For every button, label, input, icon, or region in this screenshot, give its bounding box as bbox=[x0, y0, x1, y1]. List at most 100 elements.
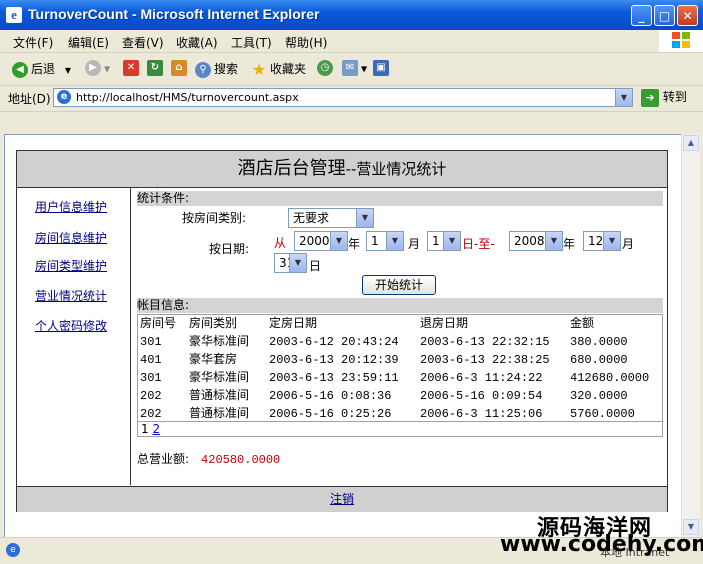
print-icon: ▣ bbox=[373, 60, 389, 76]
month-unit: 月 bbox=[622, 237, 635, 251]
forward-arrow-icon: ▶ bbox=[85, 60, 101, 76]
back-arrow-icon: ◀ bbox=[12, 61, 28, 78]
chevron-down-icon: ▼ bbox=[289, 254, 306, 272]
mail-button[interactable]: ✉ ▼ bbox=[342, 60, 367, 76]
stop-button[interactable]: ✕ bbox=[123, 60, 142, 76]
nav-room-info[interactable]: 房间信息维护 bbox=[35, 229, 107, 246]
year-from-select[interactable]: 2000 ▼ bbox=[294, 231, 348, 251]
pager: 1 2 bbox=[137, 421, 663, 437]
nav-user-info[interactable]: 用户信息维护 bbox=[35, 198, 107, 215]
cell-room-no: 301 bbox=[140, 371, 162, 385]
vertical-scrollbar[interactable]: ▲ ▼ bbox=[681, 134, 700, 537]
favorites-label: 收藏夹 bbox=[270, 62, 307, 76]
chevron-down-icon: ▼ bbox=[443, 232, 460, 250]
date-label: 按日期: bbox=[209, 242, 250, 256]
day-from-select[interactable]: 1 ▼ bbox=[427, 231, 461, 251]
table-header-row: 房间号 房间类别 定房日期 退房日期 金额 bbox=[138, 315, 662, 333]
search-button[interactable]: ⚲ 搜索 bbox=[195, 60, 238, 78]
cell-room-type: 豪华标准间 bbox=[189, 335, 250, 349]
cell-amount: 320.0000 bbox=[570, 389, 628, 403]
star-icon: ★ bbox=[251, 59, 267, 79]
month-to-select[interactable]: 12 ▼ bbox=[583, 231, 621, 251]
forward-dropdown-icon[interactable]: ▼ bbox=[104, 65, 110, 74]
address-bar: 地址(D) e http://localhost/HMS/turnovercou… bbox=[0, 86, 703, 110]
go-arrow-icon: ➔ bbox=[641, 88, 659, 107]
cell-checkout-date: 2006-5-16 0:09:54 bbox=[420, 389, 543, 403]
stats-section-header: 统计条件: bbox=[137, 191, 663, 206]
day-unit: 日 bbox=[309, 259, 322, 273]
pager-link-2[interactable]: 2 bbox=[152, 422, 160, 436]
nav-business-stats[interactable]: 营业情况统计 bbox=[35, 287, 107, 304]
room-type-value: 无要求 bbox=[293, 211, 330, 225]
go-label: 转到 bbox=[662, 90, 687, 104]
cell-amount: 380.0000 bbox=[570, 335, 628, 349]
mail-dropdown-icon[interactable]: ▼ bbox=[361, 65, 367, 74]
total-label: 总营业额: bbox=[137, 452, 190, 466]
total-value: 420580.0000 bbox=[201, 453, 281, 467]
home-icon: ⌂ bbox=[171, 60, 187, 76]
logout-link[interactable]: 注销 bbox=[330, 492, 354, 506]
cell-amount: 680.0000 bbox=[570, 353, 628, 367]
menu-favorites[interactable]: 收藏(A) bbox=[176, 34, 218, 51]
room-type-label: 按房间类别: bbox=[182, 211, 247, 225]
cell-checkout-date: 2003-6-13 22:32:15 bbox=[420, 335, 550, 349]
cell-room-type: 豪华套房 bbox=[189, 353, 238, 367]
menu-bar: 文件(F) 编辑(E) 查看(V) 收藏(A) 工具(T) 帮助(H) bbox=[0, 30, 703, 53]
room-type-select[interactable]: 无要求 ▼ bbox=[288, 208, 374, 228]
page-header: 酒店后台管理--营业情况统计 bbox=[17, 151, 667, 188]
year-to-select[interactable]: 2008 ▼ bbox=[509, 231, 563, 251]
page-subtitle: --营业情况统计 bbox=[345, 160, 447, 178]
month-from-select[interactable]: 1 ▼ bbox=[366, 231, 404, 251]
address-input[interactable]: e http://localhost/HMS/turnovercount.asp… bbox=[53, 88, 633, 107]
back-dropdown-icon[interactable]: ▼ bbox=[65, 66, 71, 75]
menu-tools[interactable]: 工具(T) bbox=[231, 34, 272, 51]
history-icon: ◷ bbox=[317, 60, 333, 76]
favorites-button[interactable]: ★ 收藏夹 bbox=[251, 60, 306, 78]
total-revenue: 总营业额: 420580.0000 bbox=[137, 450, 280, 467]
column-header: 房间号 bbox=[140, 317, 177, 331]
cell-book-date: 2003-6-13 20:12:39 bbox=[269, 353, 399, 367]
forward-button[interactable]: ▶ ▼ bbox=[85, 60, 110, 76]
main-frame: 酒店后台管理--营业情况统计 用户信息维护 房间信息维护 房间类型维护 营业情况… bbox=[16, 150, 668, 512]
menu-view[interactable]: 查看(V) bbox=[122, 34, 164, 51]
table-row: 301 豪华标准间 2003-6-12 20:43:24 2003-6-13 2… bbox=[138, 333, 662, 351]
column-header: 定房日期 bbox=[269, 317, 318, 331]
minimize-button[interactable]: _ bbox=[631, 5, 652, 26]
history-button[interactable]: ◷ bbox=[317, 60, 336, 76]
menu-file[interactable]: 文件(F) bbox=[13, 34, 53, 51]
table-row: 301 豪华标准间 2003-6-13 23:59:11 2006-6-3 11… bbox=[138, 369, 662, 387]
cell-room-type: 普通标准间 bbox=[189, 389, 250, 403]
table-row: 202 普通标准间 2006-5-16 0:08:36 2006-5-16 0:… bbox=[138, 387, 662, 405]
chevron-down-icon: ▼ bbox=[330, 232, 347, 250]
address-dropdown-icon[interactable]: ▼ bbox=[615, 89, 632, 106]
refresh-button[interactable]: ↻ bbox=[147, 60, 166, 76]
scroll-up-icon[interactable]: ▲ bbox=[683, 135, 699, 151]
day-from-value: 1 bbox=[432, 234, 440, 248]
page-status-icon: e bbox=[6, 543, 20, 557]
nav-change-password[interactable]: 个人密码修改 bbox=[35, 317, 107, 334]
title-bar: e TurnoverCount - Microsoft Internet Exp… bbox=[0, 0, 703, 30]
close-button[interactable]: ✕ bbox=[677, 5, 698, 26]
go-button[interactable]: ➔ 转到 bbox=[641, 88, 687, 107]
maximize-button[interactable]: □ bbox=[654, 5, 675, 26]
back-button[interactable]: ◀ 后退 ▼ bbox=[12, 60, 71, 78]
menu-help[interactable]: 帮助(H) bbox=[285, 34, 327, 51]
year-from-value: 2000 bbox=[299, 234, 330, 248]
column-header: 金额 bbox=[570, 317, 595, 331]
address-label: 地址(D) bbox=[8, 92, 51, 106]
cell-book-date: 2003-6-13 23:59:11 bbox=[269, 371, 399, 385]
menu-edit[interactable]: 编辑(E) bbox=[68, 34, 109, 51]
page-icon: e bbox=[57, 90, 71, 104]
cell-checkout-date: 2006-6-3 11:24:22 bbox=[420, 371, 543, 385]
ie-icon: e bbox=[6, 7, 22, 23]
year-unit: 年 bbox=[563, 237, 576, 251]
month-to-value: 12 bbox=[588, 234, 604, 248]
print-button[interactable]: ▣ bbox=[373, 60, 392, 76]
nav-room-type[interactable]: 房间类型维护 bbox=[35, 257, 107, 274]
month-from-value: 1 bbox=[371, 234, 379, 248]
day-to-select[interactable]: 31 ▼ bbox=[274, 253, 307, 273]
home-button[interactable]: ⌂ bbox=[171, 60, 190, 76]
cell-amount: 412680.0000 bbox=[570, 371, 650, 385]
start-stats-button[interactable]: 开始统计 bbox=[362, 275, 436, 295]
content-pane: 统计条件: 按房间类别: 无要求 ▼ 按日期: 从 2000 ▼ 年 1 ▼ 月 1… bbox=[131, 188, 667, 485]
